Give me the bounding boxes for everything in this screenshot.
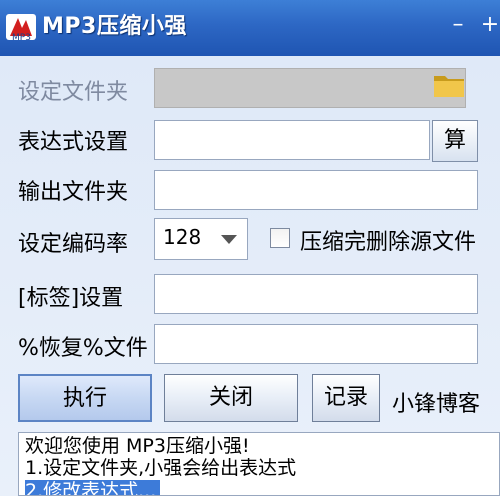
blog-link[interactable]: 小锋博客 (392, 386, 480, 418)
folder-icon[interactable] (432, 70, 468, 100)
output-folder-label: 输出文件夹 (18, 180, 129, 205)
minimize-button[interactable]: – (446, 12, 470, 40)
execute-button[interactable]: 执行 (18, 374, 152, 422)
window-title: MP3压缩小强 (42, 14, 187, 39)
chevron-down-icon[interactable] (221, 235, 237, 244)
folder-field (154, 68, 466, 108)
maximize-button[interactable]: + (478, 12, 500, 40)
restore-input[interactable] (154, 324, 478, 364)
bitrate-label: 设定编码率 (18, 232, 129, 257)
bitrate-value: 128 (163, 225, 202, 249)
svg-text:MP3: MP3 (12, 33, 31, 43)
bitrate-select[interactable]: 128 (154, 218, 248, 260)
title-bar[interactable]: MP3 MP3压缩小强 – + (0, 0, 500, 56)
output-folder-input[interactable] (154, 170, 478, 210)
app-logo-icon: MP3 (6, 14, 36, 43)
log-console[interactable]: 欢迎您使用 MP3压缩小强! 1.设定文件夹,小强会给出表达式 2.修改表达式.… (18, 432, 500, 496)
close-button[interactable]: 关闭 (164, 374, 298, 422)
expression-label: 表达式设置 (18, 130, 129, 155)
log-button[interactable]: 记录 (312, 374, 380, 422)
console-line-selected: 2.修改表达式... (25, 480, 161, 495)
restore-label: %恢复%文件 (18, 336, 148, 361)
expression-input[interactable] (154, 120, 430, 160)
delete-source-checkbox[interactable] (270, 228, 290, 248)
calculate-button[interactable]: 算 (432, 120, 478, 162)
console-line: 1.设定文件夹,小强会给出表达式 (25, 457, 297, 479)
tag-label: [标签]设置 (18, 286, 124, 311)
console-line: 欢迎您使用 MP3压缩小强! (25, 435, 250, 457)
tag-input[interactable] (154, 274, 478, 314)
delete-source-label[interactable]: 压缩完删除源文件 (300, 224, 476, 256)
folder-label: 设定文件夹 (18, 80, 129, 105)
